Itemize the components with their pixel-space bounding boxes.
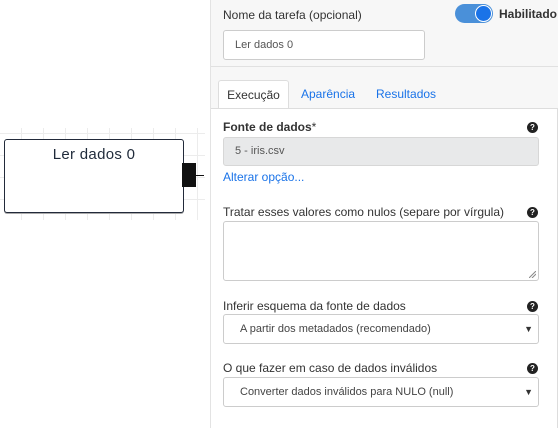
change-option-link[interactable]: Alterar opção... [223,170,304,184]
required-mark: * [311,120,317,134]
schema-select[interactable]: A partir dos metadados (recomendado) ▼ [223,314,539,344]
nulls-label: Tratar esses valores como nulos (separe … [223,205,505,219]
properties-panel: Nome da tarefa (opcional) Habilitado Ler… [210,0,558,429]
task-node[interactable]: Ler dados 0 [4,139,184,213]
task-name-input[interactable]: Ler dados 0 [223,30,425,60]
data-source-label-text: Fonte de dados [223,120,312,134]
grid-line [0,133,205,134]
panel-edge [557,108,558,428]
enabled-toggle[interactable] [455,4,493,23]
schema-label: Inferir esquema da fonte de dados [223,299,406,313]
resize-grip-icon[interactable] [529,271,536,278]
workflow-canvas[interactable]: Ler dados 0 [0,0,210,428]
help-icon[interactable]: ? [527,301,538,312]
invalid-data-select-value: Converter dados inválidos para NULO (nul… [240,386,454,398]
invalid-data-select[interactable]: Converter dados inválidos para NULO (nul… [223,377,539,407]
invalid-data-label: O que fazer em caso de dados inválidos [223,361,438,375]
task-node-title: Ler dados 0 [52,146,136,163]
toggle-knob [475,5,492,22]
tab-execucao[interactable]: Execução [218,80,289,109]
data-source-label: Fonte de dados* [223,120,316,134]
data-source-field: 5 - iris.csv [223,137,539,166]
help-icon[interactable]: ? [527,122,538,133]
output-port[interactable] [182,163,196,187]
grid-line [197,128,198,220]
enabled-toggle-label: Habilitado [499,7,558,21]
help-icon[interactable]: ? [527,207,538,218]
nulls-textarea[interactable] [223,221,539,281]
tab-content: Fonte de dados* ? 5 - iris.csv Alterar o… [211,108,558,429]
chevron-down-icon: ▼ [524,324,533,334]
tab-aparencia[interactable]: Aparência [291,81,365,108]
task-name-label: Nome da tarefa (opcional) [223,8,362,22]
chevron-down-icon: ▼ [524,387,533,397]
tabs-divider [211,66,558,67]
tab-resultados[interactable]: Resultados [366,81,446,108]
schema-select-value: A partir dos metadados (recomendado) [240,323,431,335]
port-connector [196,175,204,176]
help-icon[interactable]: ? [527,363,538,374]
